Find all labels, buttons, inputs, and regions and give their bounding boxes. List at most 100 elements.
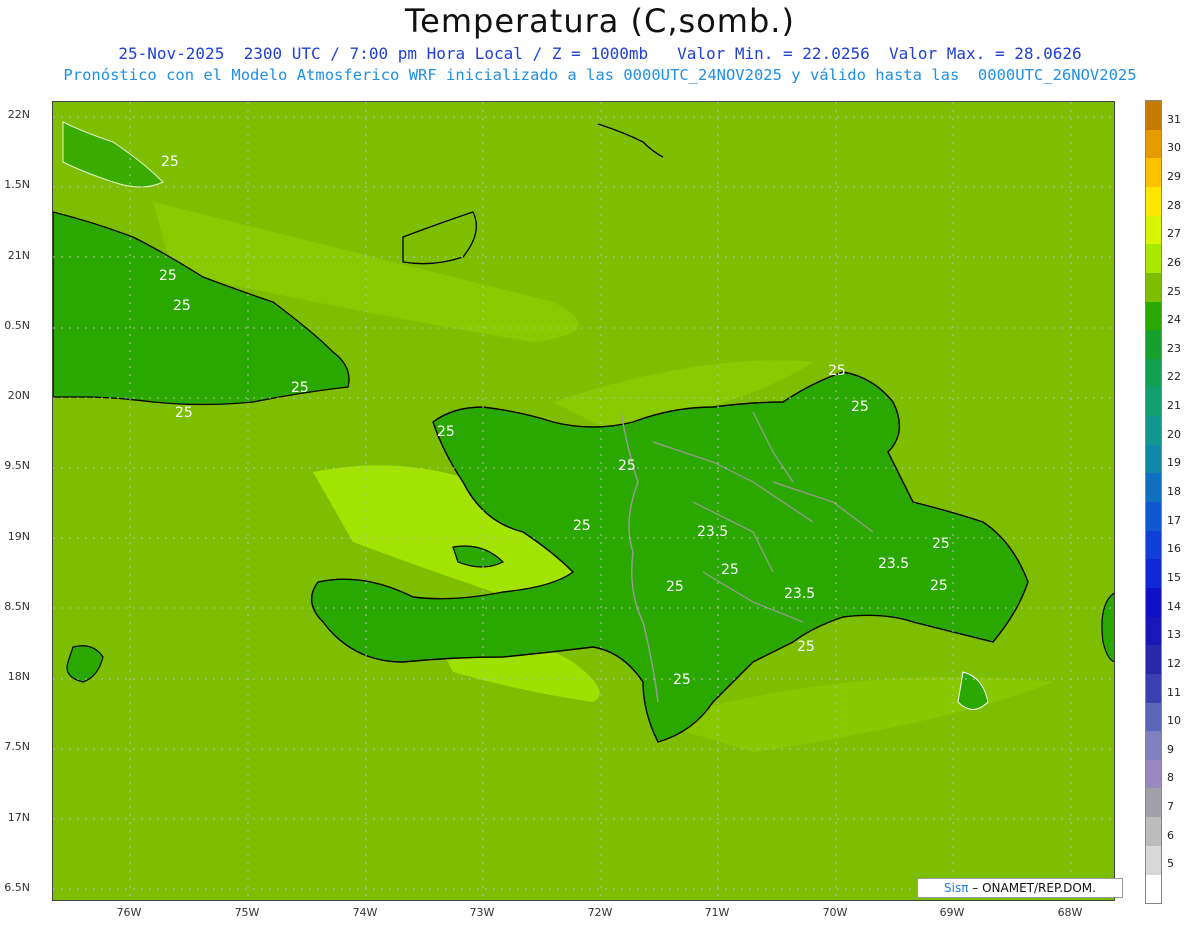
color-scale-cell bbox=[1146, 387, 1161, 417]
contour-label: 23.5 bbox=[878, 556, 909, 572]
color-scale-label: 23 bbox=[1167, 341, 1181, 355]
lat-label: 8.5N bbox=[4, 600, 30, 613]
run-info-line: 25-Nov-2025 2300 UTC / 7:00 pm Hora Loca… bbox=[118, 44, 1082, 63]
lat-label: 20N bbox=[7, 389, 30, 402]
contour-label: 25 bbox=[666, 579, 684, 595]
color-scale-cell bbox=[1146, 416, 1161, 446]
color-scale-label: 9 bbox=[1167, 742, 1174, 756]
color-scale bbox=[1145, 100, 1162, 904]
contour-label: 25 bbox=[673, 672, 691, 688]
color-scale-label: 16 bbox=[1167, 542, 1181, 556]
contour-label: 23.5 bbox=[697, 524, 728, 540]
color-scale-cell bbox=[1146, 215, 1161, 245]
bahamas-area bbox=[62, 121, 164, 188]
lon-label: 71W bbox=[704, 906, 730, 919]
color-scale-label: 7 bbox=[1167, 800, 1174, 814]
color-scale-cell bbox=[1146, 817, 1161, 847]
color-scale-cell bbox=[1146, 645, 1161, 675]
lon-label: 75W bbox=[234, 906, 260, 919]
org-label: – ONAMET/REP.DOM. bbox=[968, 881, 1096, 895]
contour-label: 23.5 bbox=[784, 586, 815, 602]
color-scale-cell bbox=[1146, 845, 1161, 875]
color-scale-cell bbox=[1146, 587, 1161, 618]
model-info-line: Pronóstico con el Modelo Atmosferico WRF… bbox=[63, 66, 1137, 84]
color-scale-label: 26 bbox=[1167, 255, 1181, 269]
color-scale-cell bbox=[1146, 473, 1161, 503]
color-scale-label: 10 bbox=[1167, 714, 1181, 728]
color-scale-label: 13 bbox=[1167, 628, 1181, 642]
contour-label: 25 bbox=[618, 458, 636, 474]
puerto-rico-edge bbox=[1101, 592, 1114, 663]
color-scale-label: 19 bbox=[1167, 456, 1181, 470]
lat-label: 22N bbox=[7, 108, 30, 121]
temperature-map: 25 25 25 25 25 25 25 25 25 25 23.5 23.5 … bbox=[52, 101, 1115, 901]
contour-label: 25 bbox=[573, 518, 591, 534]
lat-label: 19N bbox=[7, 530, 30, 543]
color-scale-label: 25 bbox=[1167, 284, 1181, 298]
color-scale-cell bbox=[1146, 502, 1161, 532]
color-scale-label: 29 bbox=[1167, 169, 1181, 183]
color-scale-label: 15 bbox=[1167, 570, 1181, 584]
contour-label: 25 bbox=[173, 298, 191, 314]
lon-label: 69W bbox=[939, 906, 965, 919]
lon-label: 73W bbox=[469, 906, 495, 919]
color-scale-cell bbox=[1146, 158, 1161, 188]
brand-label: Sisπ bbox=[944, 881, 969, 895]
contour-label: 25 bbox=[159, 268, 177, 284]
color-scale-cell bbox=[1146, 272, 1161, 302]
lon-label: 74W bbox=[352, 906, 378, 919]
color-scale-cell bbox=[1146, 129, 1161, 159]
color-scale-cell bbox=[1146, 530, 1161, 560]
lat-label: 0.5N bbox=[4, 319, 30, 332]
lat-label: 7.5N bbox=[4, 740, 30, 753]
color-scale-label: 30 bbox=[1167, 141, 1181, 155]
lat-label: 9.5N bbox=[4, 459, 30, 472]
map-title: Temperatura (C,somb.) bbox=[405, 2, 795, 40]
contour-label: 25 bbox=[828, 363, 846, 379]
lat-label: 1.5N bbox=[4, 178, 30, 191]
color-scale-cell bbox=[1146, 759, 1161, 789]
color-scale-label: 8 bbox=[1167, 771, 1174, 785]
contour-label: 25 bbox=[161, 154, 179, 170]
color-scale-cell bbox=[1146, 788, 1161, 818]
contour-label: 25 bbox=[291, 380, 309, 396]
color-scale-label: 17 bbox=[1167, 513, 1181, 527]
contour-label: 25 bbox=[721, 562, 739, 578]
lat-label: 6.5N bbox=[4, 881, 30, 894]
lat-label: 17N bbox=[7, 811, 30, 824]
color-scale-label: 12 bbox=[1167, 656, 1181, 670]
color-scale-cell bbox=[1146, 673, 1161, 703]
color-scale-cell bbox=[1146, 330, 1161, 360]
contour-label: 25 bbox=[930, 578, 948, 594]
contour-label: 25 bbox=[175, 405, 193, 421]
contour-label: 25 bbox=[932, 536, 950, 552]
contour-label: 25 bbox=[851, 399, 869, 415]
color-scale-label: 28 bbox=[1167, 198, 1181, 212]
lat-label: 18N bbox=[7, 670, 30, 683]
color-scale-label: 18 bbox=[1167, 485, 1181, 498]
color-scale-cell bbox=[1146, 616, 1161, 646]
map-canvas: 25 25 25 25 25 25 25 25 25 25 23.5 23.5 … bbox=[53, 102, 1114, 900]
color-scale-cell bbox=[1146, 731, 1161, 761]
color-scale-cell bbox=[1146, 301, 1161, 331]
jamaica-east bbox=[66, 645, 104, 683]
great-inagua bbox=[402, 211, 477, 265]
color-scale-label: 5 bbox=[1167, 857, 1174, 871]
color-scale-cell bbox=[1146, 559, 1161, 589]
lon-label: 76W bbox=[116, 906, 142, 919]
color-scale-label: 6 bbox=[1167, 828, 1174, 842]
color-scale-label: 21 bbox=[1167, 399, 1181, 413]
lon-label: 68W bbox=[1057, 906, 1083, 919]
contour-label: 25 bbox=[437, 424, 455, 440]
color-scale-label: 14 bbox=[1167, 599, 1181, 613]
color-scale-label: 31 bbox=[1167, 112, 1181, 126]
color-scale-label: 24 bbox=[1167, 313, 1181, 327]
color-scale-label: 22 bbox=[1167, 370, 1181, 384]
color-scale-cell bbox=[1146, 186, 1161, 217]
color-scale-cell bbox=[1146, 702, 1161, 732]
lat-label: 21N bbox=[7, 249, 30, 262]
credit-box: Sisπ – ONAMET/REP.DOM. bbox=[917, 878, 1123, 898]
color-scale-cell bbox=[1146, 244, 1161, 274]
color-scale-label: 11 bbox=[1167, 685, 1181, 699]
color-scale-cell bbox=[1146, 444, 1161, 474]
